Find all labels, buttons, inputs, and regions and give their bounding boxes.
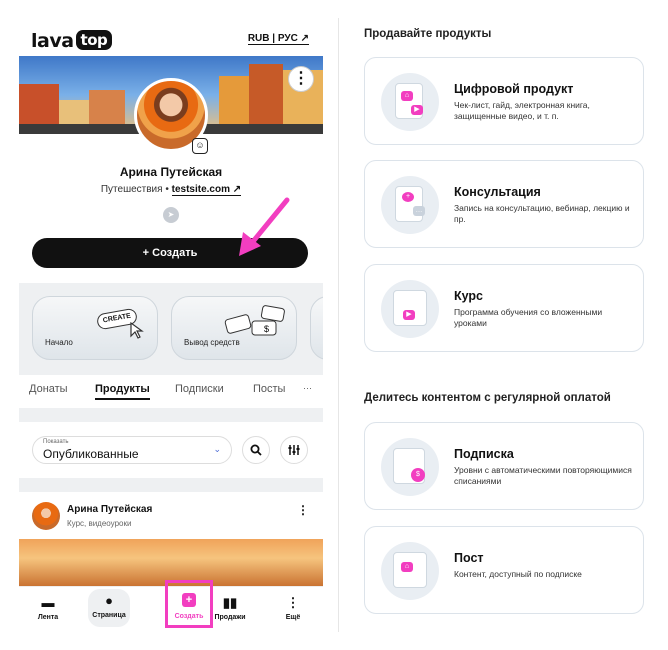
avatar-edit-icon[interactable]: ☺ [192,138,208,154]
course-icon: ▶ [381,280,439,338]
post-more-button[interactable]: ⋮ [297,503,309,517]
currency-language-switch[interactable]: RUB | РУС ↗ [247,33,309,45]
filter-button[interactable] [280,436,308,464]
money-icon: $ [224,305,285,336]
product-card-post[interactable]: ⌂ Пост Контент, доступный по подписке [364,526,644,614]
search-icon [250,444,262,456]
chevron-down-icon: ⌄ [213,444,221,454]
content-tabs: Донаты Продукты Подписки Посты ··· [19,383,323,407]
product-card-digital[interactable]: ⌂ ▶ Цифровой продукт Чек-лист, гайд, эле… [364,57,644,145]
lava-logo[interactable]: lava top [31,30,113,52]
tab-donations[interactable]: Донаты [29,383,68,395]
profile-more-button[interactable]: ⋮ [288,66,314,92]
quick-card-partial[interactable] [310,296,323,360]
digital-product-icon: ⌂ ▶ [381,73,439,131]
column-divider [338,18,339,632]
search-button[interactable] [242,436,270,464]
tab-posts[interactable]: Посты [253,383,285,395]
sliders-icon [288,445,300,455]
feed-separator [19,478,323,492]
top-bar: lava top RUB | РУС ↗ [19,26,323,52]
more-icon: ⋮ [286,595,300,610]
quick-card-withdraw[interactable]: $ Вывод средств [171,296,297,360]
nav-page[interactable]: ● Страница [88,589,130,627]
quick-card-start[interactable]: CREATE Начало [32,296,158,360]
subscription-icon: $ [381,438,439,496]
product-card-consultation[interactable]: + … Консультация Запись на консультацию,… [364,160,644,248]
post-author-avatar[interactable] [32,502,60,530]
tab-subscriptions[interactable]: Подписки [175,383,224,395]
recurring-title: Делитесь контентом с регулярной оплатой [364,392,611,404]
cursor-icon [130,321,144,339]
product-card-course[interactable]: ▶ Курс Программа обучения со вложенными … [364,264,644,352]
svg-text:$: $ [264,324,269,334]
plus-icon: + [182,593,196,607]
nav-feed[interactable]: ▬ Лента [23,587,73,632]
sell-products-title: Продавайте продукты [364,28,492,40]
user-icon: ● [105,593,113,608]
tab-products[interactable]: Продукты [95,383,150,400]
feed-icon: ▬ [41,595,55,610]
telegram-icon[interactable]: ➤ [163,207,179,223]
nav-create[interactable]: + Создать [165,580,213,628]
profile-name: Арина Путейская [119,165,223,179]
tabs-separator [19,408,323,422]
consultation-icon: + … [381,176,439,234]
post-author[interactable]: Арина Путейская [67,504,152,515]
post-icon: ⌂ [381,542,439,600]
profile-tagline: Путешествия • testsite.com ↗ [100,184,242,196]
pointer-arrow-icon [239,197,290,256]
site-link[interactable]: testsite.com ↗ [171,184,242,196]
post-subtitle: Курс, видеоуроки [67,519,132,528]
tabs-more-button[interactable]: ··· [303,383,312,393]
product-card-subscription[interactable]: $ Подписка Уровни с автоматическими повт… [364,422,644,510]
nav-more[interactable]: ⋮ Ещё [268,587,318,632]
visibility-select[interactable]: Показать Опубликованные ⌄ [32,436,232,464]
phone-preview: lava top RUB | РУС ↗ ⋮ ☺ Арина Путейская … [19,0,323,632]
